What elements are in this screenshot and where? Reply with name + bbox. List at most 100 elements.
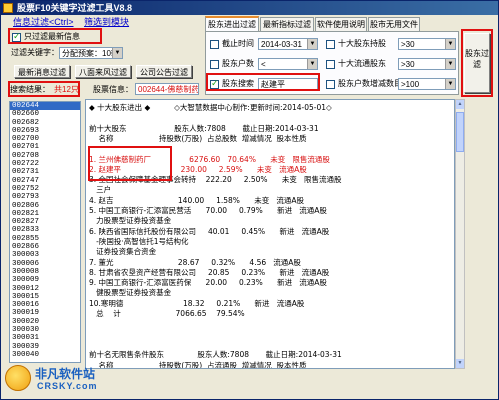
stock-code-list[interactable]: 002644 002660 002682 002693 002700 002701 0027…	[9, 101, 81, 363]
keyword-label: 过滤关键字：	[11, 48, 59, 57]
highlight-box-search	[206, 73, 320, 91]
list-item[interactable]: 002660	[10, 110, 80, 118]
tab-holder-filter[interactable]: 股东进出过滤	[205, 16, 259, 31]
list-item[interactable]: 300009	[10, 276, 80, 284]
f10-content-viewer[interactable]: ◆ 十大股东进出 ◆ ◇大智慧数据中心制作:更新时间:2014-05-01◇ 前十…	[85, 99, 455, 369]
top-ten-float-value: >30	[401, 60, 415, 69]
app-icon	[3, 3, 13, 13]
top-ten-float-label: 十大流通股东	[338, 59, 386, 68]
keyword-field[interactable]: 分配预案：10转10 ▼	[59, 47, 123, 59]
chevron-down-icon[interactable]: ▼	[307, 39, 317, 49]
list-item[interactable]: 002701	[10, 143, 80, 151]
list-item[interactable]: 002708	[10, 152, 80, 160]
holder-count-value: <	[261, 60, 266, 69]
app-window: 股票F10关键字过滤工具V8.8 信息过滤<Ctrl> 筛选到模块 只过滤最新信…	[0, 0, 499, 400]
tab-useless-files[interactable]: 股市无用文件	[368, 17, 420, 31]
list-item[interactable]: 002793	[10, 193, 80, 201]
site-watermark: 非凡软件站 CRSKY.com	[5, 363, 135, 397]
eight-wind-filter-button[interactable]: 八面来风过滤	[75, 65, 131, 78]
holder-count-label: 股东户数	[222, 59, 254, 68]
content-line: 总 计 7066.65 79.54%	[89, 309, 245, 318]
list-item[interactable]: 002693	[10, 127, 80, 135]
content-line: ◆ 十大股东进出 ◆ ◇大智慧数据中心制作:更新时间:2014-05-01◇	[89, 103, 332, 112]
chevron-down-icon[interactable]: ▼	[445, 39, 455, 49]
chevron-down-icon[interactable]: ▼	[445, 59, 455, 69]
menu-item-module[interactable]: 筛选到模块	[84, 17, 129, 27]
deadline-checkbox[interactable]	[210, 40, 219, 49]
scroll-down-icon[interactable]: ▼	[456, 359, 464, 368]
holder-count-checkbox[interactable]	[210, 60, 219, 69]
list-item[interactable]: 002806	[10, 202, 80, 210]
list-item[interactable]: 300031	[10, 334, 80, 342]
holder-change-field[interactable]: >100 ▼	[398, 78, 456, 90]
list-item[interactable]: 002644	[10, 102, 80, 111]
list-item[interactable]: 002747	[10, 177, 80, 185]
content-line: 6. 陕西省国际信托股份有限公司 40.01 0.45% 新进 流通A股	[89, 226, 330, 236]
list-item[interactable]: 300012	[10, 285, 80, 293]
list-item[interactable]: 300020	[10, 318, 80, 326]
list-item[interactable]: 002866	[10, 243, 80, 251]
holder-change-label: 股东户数增减数目	[338, 79, 402, 88]
deadline-label: 截止时间	[222, 39, 254, 48]
list-item[interactable]: 002700	[10, 135, 80, 143]
list-item[interactable]: 300030	[10, 326, 80, 334]
title-bar: 股票F10关键字过滤工具V8.8	[1, 1, 498, 15]
content-line: 5. 中国工商银行-汇添富民营活 70.00 0.79% 新进 流通A股	[89, 206, 327, 215]
list-item[interactable]: 300008	[10, 268, 80, 276]
content-line: -陕国投·高智信托1号结构化	[89, 236, 189, 246]
list-item[interactable]: 002833	[10, 226, 80, 234]
list-item[interactable]: 002827	[10, 218, 80, 226]
scroll-thumb[interactable]	[456, 112, 464, 152]
content-line: 4. 赵吉 140.00 1.58% 未变 流通A股	[89, 195, 304, 205]
holder-change-checkbox[interactable]	[326, 80, 335, 89]
latest-filter-button[interactable]: 最新消息过滤	[14, 65, 70, 78]
content-line: 前十大股东 股东人数:7808 截止日期:2014-03-31	[89, 123, 319, 133]
deadline-field[interactable]: 2014-03-31 ▼	[258, 38, 318, 50]
list-item[interactable]: 002682	[10, 119, 80, 127]
list-item[interactable]: 002731	[10, 168, 80, 176]
chevron-down-icon[interactable]: ▼	[445, 79, 455, 89]
company-notice-filter-button[interactable]: 公司公告过滤	[136, 65, 192, 78]
menu-bar: 信息过滤<Ctrl> 筛选到模块	[1, 15, 206, 29]
holder-count-field[interactable]: < ▼	[258, 58, 318, 70]
list-item[interactable]: 300003	[10, 251, 80, 259]
list-item[interactable]: 300019	[10, 309, 80, 317]
watermark-logo-icon	[5, 365, 31, 391]
list-item[interactable]: 300016	[10, 301, 80, 309]
top-ten-holders-field[interactable]: >30 ▼	[398, 38, 456, 50]
stock-info-label: 股票信息：	[93, 85, 133, 94]
list-item[interactable]: 002821	[10, 210, 80, 218]
list-item[interactable]: 300040	[10, 351, 80, 359]
content-line: 9. 中国工商银行-汇添富医药保 20.00 0.23% 新进 流通A股	[89, 278, 327, 288]
content-line: 三户	[89, 185, 112, 195]
content-line: 前十名无限售条件股东 股东人数:7808 截止日期:2014-03-31	[89, 350, 342, 360]
watermark-sub: CRSKY.com	[37, 381, 98, 391]
window-title: 股票F10关键字过滤工具V8.8	[17, 3, 133, 13]
tab-help[interactable]: 软件使用说明	[315, 17, 367, 31]
highlight-box-filter-button	[461, 29, 493, 97]
menu-item-filter[interactable]: 信息过滤<Ctrl>	[13, 17, 74, 27]
list-item[interactable]: 002722	[10, 160, 80, 168]
tab-indicator-filter[interactable]: 最新指标过滤	[260, 17, 314, 31]
content-line: 8. 甘肃省农垦资产经营有限公司 20.85 0.23% 新进 流通A股	[89, 267, 330, 277]
chevron-down-icon[interactable]: ▼	[307, 59, 317, 69]
top-ten-holders-value: >30	[401, 40, 415, 49]
list-item[interactable]: 002752	[10, 185, 80, 193]
stock-info-field[interactable]: 002644-佛慈制药	[135, 83, 199, 95]
content-line: 名称 持股数(万股) 占总股数 增减情况 股本性质	[89, 133, 307, 143]
top-ten-holders-checkbox[interactable]	[326, 40, 335, 49]
top-ten-float-checkbox[interactable]	[326, 60, 335, 69]
list-item[interactable]: 300006	[10, 260, 80, 268]
highlight-box-holder	[88, 146, 172, 181]
holder-change-value: >100	[401, 80, 420, 89]
list-item[interactable]: 300039	[10, 343, 80, 351]
highlight-box-latest	[8, 28, 102, 44]
list-item[interactable]: 300015	[10, 293, 80, 301]
list-item[interactable]: 002855	[10, 235, 80, 243]
top-ten-float-field[interactable]: >30 ▼	[398, 58, 456, 70]
content-scrollbar[interactable]: ▲ ▼	[455, 99, 465, 369]
content-line: 7. 董光 28.67 0.32% 4.56 流通A股	[89, 257, 301, 267]
chevron-down-icon[interactable]: ▼	[112, 48, 122, 58]
scroll-up-icon[interactable]: ▲	[456, 100, 464, 109]
content-line: 力股票型证券投资基金	[89, 216, 172, 226]
